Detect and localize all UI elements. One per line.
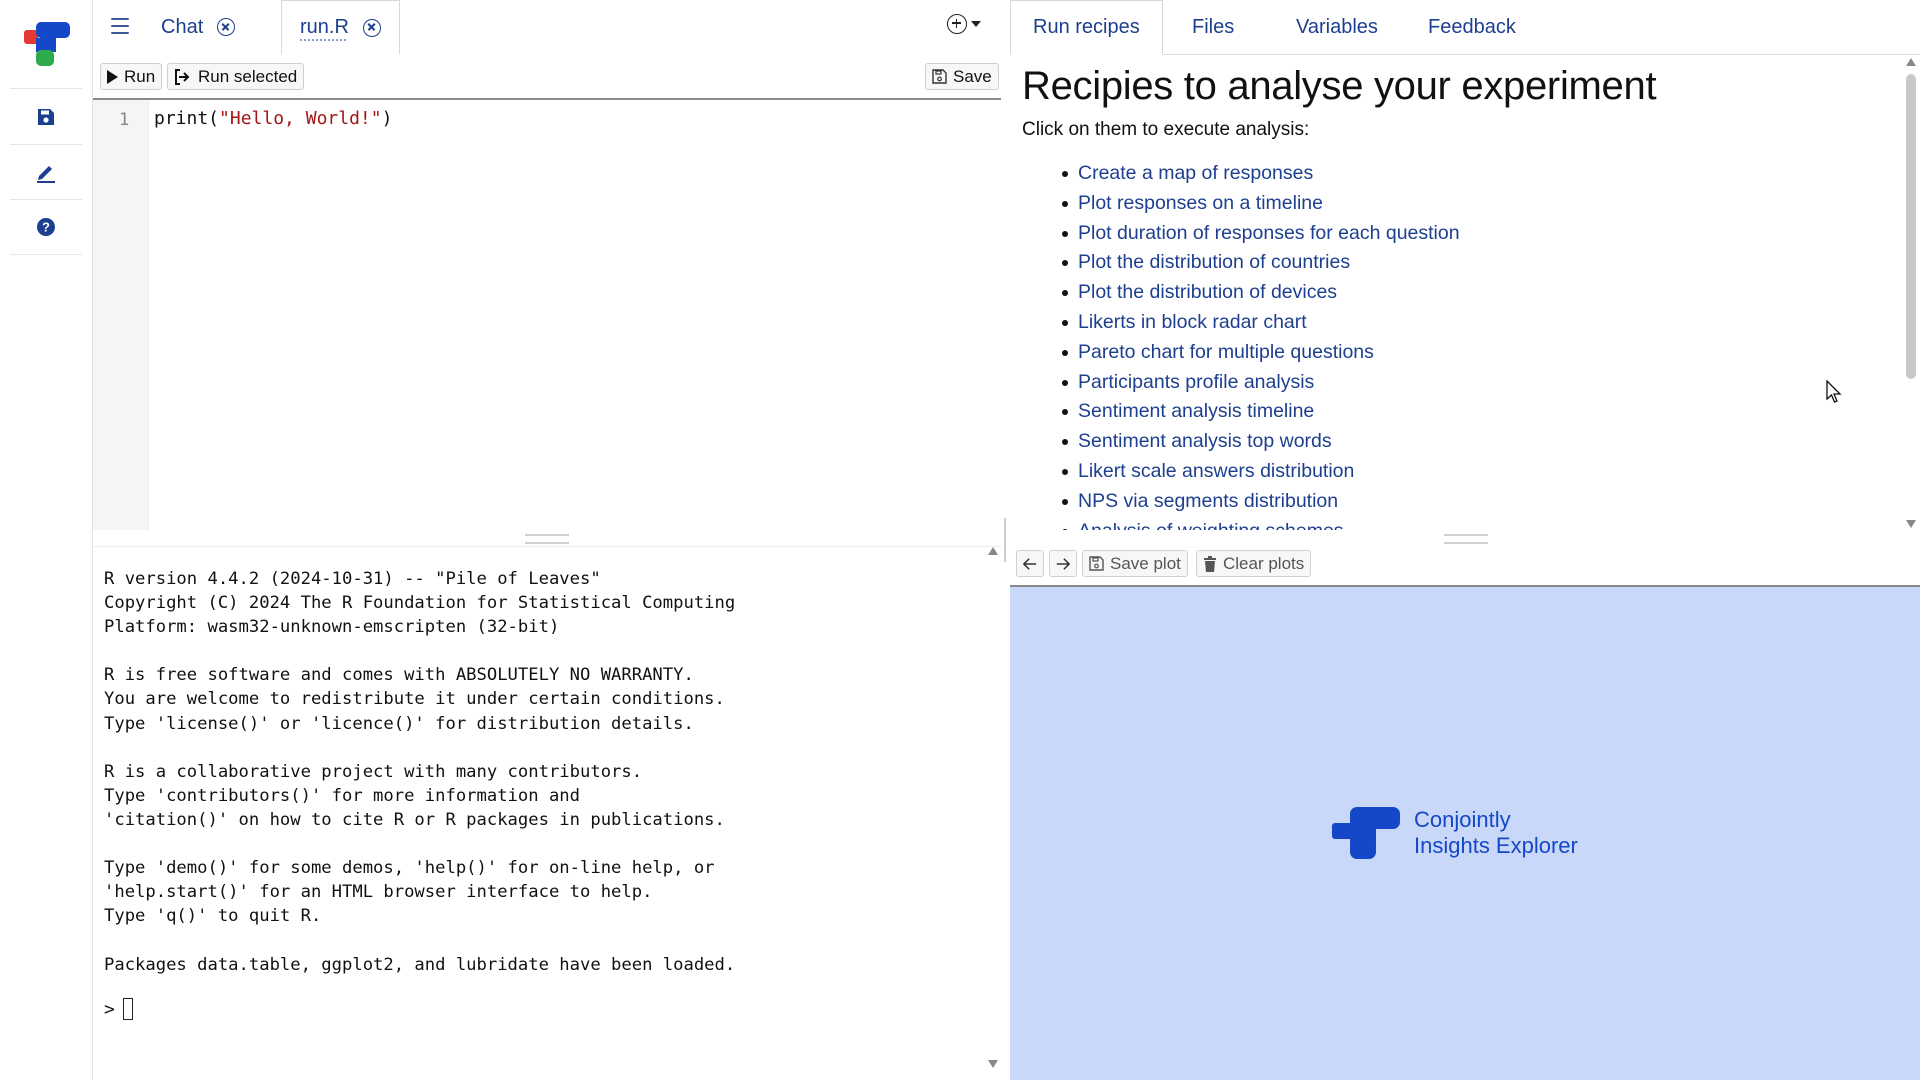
save-plot-label: Save plot — [1110, 553, 1181, 573]
tab-run-recipes[interactable]: Run recipes — [1010, 0, 1163, 55]
conjointly-logo — [1332, 807, 1400, 859]
tab-files[interactable]: Files — [1170, 0, 1256, 54]
play-icon — [107, 69, 118, 84]
tab-feedback[interactable]: Feedback — [1406, 0, 1538, 54]
recipes-intro: Click on them to execute analysis: — [1022, 119, 1310, 140]
r-console[interactable]: R version 4.4.2 (2024-10-31) -- "Pile of… — [93, 546, 1001, 1081]
edit-button[interactable] — [10, 144, 82, 200]
editor-toolbar: Run Run selected Save — [93, 54, 1001, 100]
run-button[interactable]: Run — [100, 63, 163, 90]
recipes-panel: Recipies to analyse your experiment Clic… — [1022, 60, 1902, 530]
prompt-symbol: > — [104, 998, 115, 1020]
close-icon[interactable] — [362, 18, 381, 37]
recipe-link[interactable]: Plot the distribution of devices — [1062, 278, 1902, 308]
edit-pen-icon — [37, 165, 55, 183]
arrow-right-icon — [1056, 557, 1070, 570]
app-sidebar: ? — [0, 0, 93, 1080]
run-label: Run — [124, 66, 156, 86]
clear-plots-label: Clear plots — [1223, 553, 1305, 573]
save-icon — [932, 69, 947, 84]
recipes-list: Create a map of responses Plot responses… — [1022, 159, 1902, 530]
save-icon — [1089, 556, 1104, 571]
plots-resize-handle[interactable] — [1444, 534, 1488, 544]
editor-tab-bar: Chat run.R — [93, 0, 1001, 55]
arrow-left-icon — [1023, 557, 1037, 570]
recipe-link[interactable]: Pareto chart for multiple questions — [1062, 338, 1902, 368]
code-editor[interactable]: 1 print("Hello, World!") — [93, 100, 1001, 530]
recipe-link[interactable]: Likerts in block radar chart — [1062, 308, 1902, 338]
code-string: "Hello, World!" — [219, 108, 382, 129]
tab-label: Chat — [161, 15, 204, 38]
menu-icon[interactable] — [105, 12, 135, 40]
brand-text: Conjointly Insights Explorer — [1414, 807, 1578, 859]
recipe-link[interactable]: Sentiment analysis top words — [1062, 427, 1902, 457]
tab-run-r[interactable]: run.R — [281, 0, 400, 55]
plot-toolbar: Save plot Clear plots — [1010, 545, 1920, 587]
save-label: Save — [953, 66, 992, 86]
code-close: ) — [381, 108, 393, 129]
run-selected-button[interactable]: Run selected — [167, 63, 305, 90]
recipes-scrollbar[interactable] — [1904, 58, 1916, 528]
save-button[interactable]: Save — [925, 63, 999, 90]
recipe-link[interactable]: Participants profile analysis — [1062, 368, 1902, 398]
line-number: 1 — [119, 110, 130, 130]
recipe-link[interactable]: NPS via segments distribution — [1062, 487, 1902, 517]
help-icon: ? — [37, 217, 55, 236]
save-project-button[interactable] — [10, 89, 82, 145]
run-selected-icon — [175, 68, 190, 85]
help-button[interactable]: ? — [10, 199, 82, 255]
code-line[interactable]: print("Hello, World!") — [154, 108, 392, 129]
brand-lockup: Conjointly Insights Explorer — [1332, 805, 1578, 861]
scroll-up-icon[interactable] — [1906, 58, 1916, 66]
tab-chat[interactable]: Chat — [143, 0, 253, 54]
trash-icon — [1204, 555, 1216, 572]
scroll-down-icon[interactable] — [1906, 520, 1916, 528]
recipe-link[interactable]: Plot responses on a timeline — [1062, 189, 1902, 219]
tab-label: Feedback — [1428, 15, 1516, 38]
recipe-link[interactable]: Plot the distribution of countries — [1062, 248, 1902, 278]
scroll-down-icon[interactable] — [988, 1060, 998, 1068]
run-selected-label: Run selected — [198, 66, 298, 86]
scrollbar-thumb[interactable] — [1906, 74, 1916, 379]
tools-pane: Run recipes Files Variables Feedback Rec… — [1010, 0, 1920, 1080]
tab-variables[interactable]: Variables — [1274, 0, 1400, 54]
add-circle-icon — [947, 14, 967, 34]
code-fn: print( — [154, 108, 220, 129]
recipes-title: Recipies to analyse your experiment — [1022, 64, 1657, 108]
recipe-link[interactable]: Likert scale answers distribution — [1062, 457, 1902, 487]
plot-viewer: Conjointly Insights Explorer — [1010, 587, 1920, 1080]
tab-label: Run recipes — [1033, 16, 1140, 38]
recipe-link[interactable]: Analysis of weighting schemes — [1062, 517, 1902, 530]
save-icon — [38, 108, 54, 125]
tools-tab-bar: Run recipes Files Variables Feedback — [1010, 0, 1920, 55]
console-prompt[interactable]: > — [104, 998, 133, 1020]
scroll-up-icon[interactable] — [988, 547, 998, 555]
brand-name: Conjointly — [1414, 807, 1511, 832]
conjointly-logo — [24, 22, 70, 66]
brand-subtitle: Insights Explorer — [1414, 833, 1578, 858]
mouse-pointer-icon — [1826, 380, 1842, 403]
new-file-dropdown[interactable] — [947, 14, 981, 34]
clear-plots-button[interactable]: Clear plots — [1196, 550, 1312, 577]
caret-down-icon — [971, 21, 981, 27]
next-plot-button[interactable] — [1049, 550, 1077, 577]
svg-text:?: ? — [42, 219, 50, 234]
text-cursor — [122, 998, 133, 1020]
tab-label: run.R — [300, 16, 349, 38]
recipe-link[interactable]: Create a map of responses — [1062, 159, 1902, 189]
editor-pane: Chat run.R Run Run selected Save 1 print… — [93, 0, 1001, 1080]
recipe-link[interactable]: Sentiment analysis timeline — [1062, 397, 1902, 427]
console-output: R version 4.4.2 (2024-10-31) -- "Pile of… — [104, 569, 736, 975]
tab-label: Files — [1192, 15, 1235, 38]
tab-label: Variables — [1296, 15, 1378, 38]
save-plot-button[interactable]: Save plot — [1082, 550, 1188, 577]
close-icon[interactable] — [217, 18, 236, 36]
previous-plot-button[interactable] — [1016, 550, 1044, 577]
editor-resize-handle[interactable] — [525, 534, 569, 544]
line-gutter: 1 — [93, 100, 149, 530]
recipe-link[interactable]: Plot duration of responses for each ques… — [1062, 219, 1902, 249]
